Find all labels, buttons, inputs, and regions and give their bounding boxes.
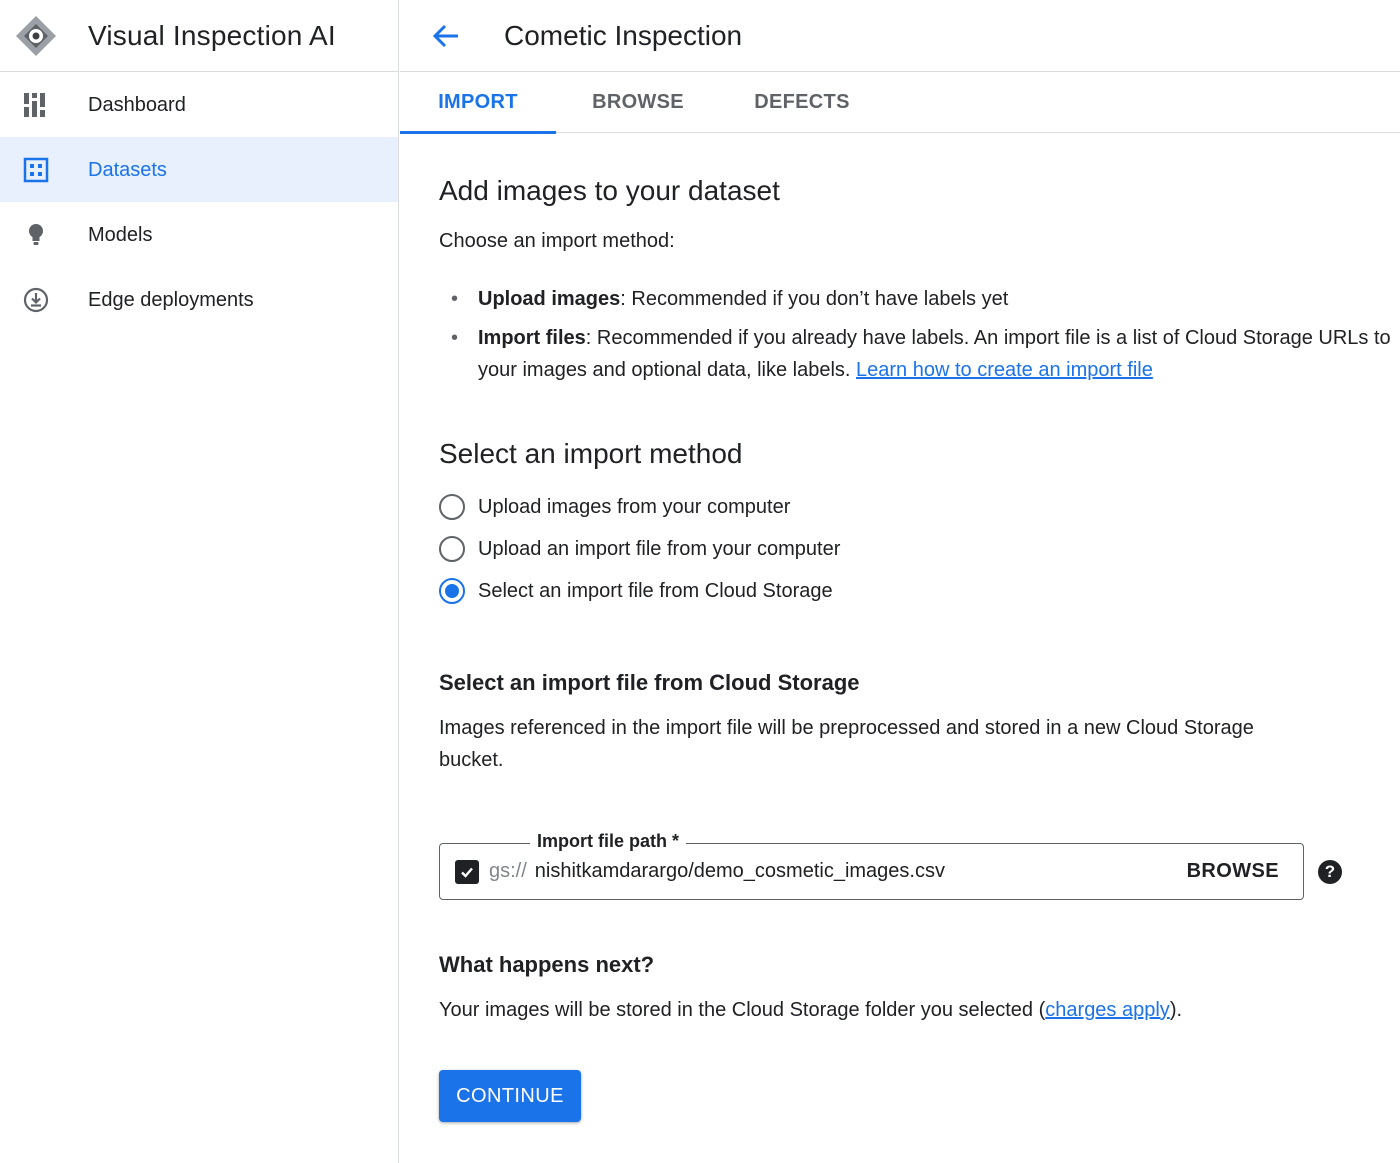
arrow-back-icon xyxy=(432,24,458,47)
tab-import[interactable]: IMPORT xyxy=(400,72,556,134)
section-heading-select-method: Select an import method xyxy=(439,438,743,469)
tab-defects[interactable]: DEFECTS xyxy=(720,72,884,133)
import-method-list: Upload images: Recommended if you don’t … xyxy=(439,283,1400,386)
next-steps-text: Your images will be stored in the Cloud … xyxy=(439,994,1182,1026)
page-title: Cometic Inspection xyxy=(504,19,743,51)
section-heading-what-next: What happens next? xyxy=(439,952,655,977)
import-method-radio-group: Upload images from your computer Upload … xyxy=(439,486,1400,612)
sidebar-item-edge-deployments[interactable]: Edge deployments xyxy=(0,267,398,332)
lightbulb-icon xyxy=(22,221,50,249)
gs-prefix: gs:// xyxy=(489,860,527,882)
radio-label: Select an import file from Cloud Storage xyxy=(478,580,833,602)
sidebar: Visual Inspection AI Dashboard Datasets … xyxy=(0,0,399,1163)
check-icon xyxy=(461,867,473,878)
sidebar-item-label: Models xyxy=(88,223,153,246)
next-text-before: Your images will be stored in the Cloud … xyxy=(439,999,1046,1021)
import-method-lead: Choose an import method: xyxy=(439,230,675,252)
browse-button[interactable]: BROWSE xyxy=(1187,860,1279,883)
radio-option-upload-images[interactable]: Upload images from your computer xyxy=(439,486,1400,528)
back-button[interactable] xyxy=(426,16,466,56)
tab-browse[interactable]: BROWSE xyxy=(556,72,720,133)
charges-apply-link[interactable]: charges apply xyxy=(1045,999,1170,1021)
radio-option-cloud-storage[interactable]: Select an import file from Cloud Storage xyxy=(439,570,1400,612)
import-file-path-field[interactable]: Import file path * gs:// BROWSE xyxy=(439,831,1304,900)
import-content: Add images to your dataset Choose an imp… xyxy=(400,175,1400,776)
app-title: Visual Inspection AI xyxy=(88,19,336,51)
next-text-after: ). xyxy=(1169,999,1183,1021)
sidebar-item-label: Edge deployments xyxy=(88,288,254,311)
cloud-storage-description: Images referenced in the import file wil… xyxy=(439,717,1254,771)
section-heading-add-images: Add images to your dataset xyxy=(439,175,780,206)
radio-option-upload-import-file[interactable]: Upload an import file from your computer xyxy=(439,528,1400,570)
dashboard-icon xyxy=(22,91,50,119)
main-panel: Cometic Inspection IMPORT BROWSE DEFECTS… xyxy=(400,0,1400,1163)
section-heading-cloud-storage: Select an import file from Cloud Storage xyxy=(439,670,860,695)
import-file-path-input[interactable] xyxy=(534,860,1187,883)
datasets-icon xyxy=(22,156,50,184)
sidebar-item-dashboard[interactable]: Dashboard xyxy=(0,72,398,137)
continue-button[interactable]: CONTINUE xyxy=(439,1070,581,1122)
radio-label: Upload an import file from your computer xyxy=(478,538,841,560)
page-header: Cometic Inspection xyxy=(400,0,1400,72)
brand-header: Visual Inspection AI xyxy=(0,0,398,72)
list-item-import-files: Import files: Recommended if you already… xyxy=(451,322,1400,386)
sidebar-nav: Dashboard Datasets Models Edge deploymen… xyxy=(0,72,398,332)
next-steps-section: What happens next? Your images will be s… xyxy=(400,952,1182,1026)
list-item-upload-images: Upload images: Recommended if you don’t … xyxy=(451,283,1400,315)
help-icon[interactable]: ? xyxy=(1318,860,1342,884)
sidebar-item-label: Dashboard xyxy=(88,93,186,116)
learn-import-file-link[interactable]: Learn how to create an import file xyxy=(856,359,1153,381)
sidebar-item-datasets[interactable]: Datasets xyxy=(0,137,398,202)
radio-button[interactable] xyxy=(439,494,465,520)
visual-inspection-logo-icon[interactable] xyxy=(12,12,60,60)
tab-bar: IMPORT BROWSE DEFECTS xyxy=(400,72,1400,134)
radio-button[interactable] xyxy=(439,536,465,562)
checkbox-checked[interactable] xyxy=(455,859,479,884)
download-circle-icon xyxy=(22,286,50,314)
radio-button-selected[interactable] xyxy=(439,578,465,604)
sidebar-item-label: Datasets xyxy=(88,158,167,181)
radio-label: Upload images from your computer xyxy=(478,496,791,518)
bullet-title: Upload images xyxy=(478,288,621,310)
field-label: Import file path * xyxy=(530,831,687,852)
sidebar-item-models[interactable]: Models xyxy=(0,202,398,267)
bullet-title: Import files xyxy=(478,327,586,349)
bullet-text: : Recommended if you don’t have labels y… xyxy=(620,288,1009,310)
